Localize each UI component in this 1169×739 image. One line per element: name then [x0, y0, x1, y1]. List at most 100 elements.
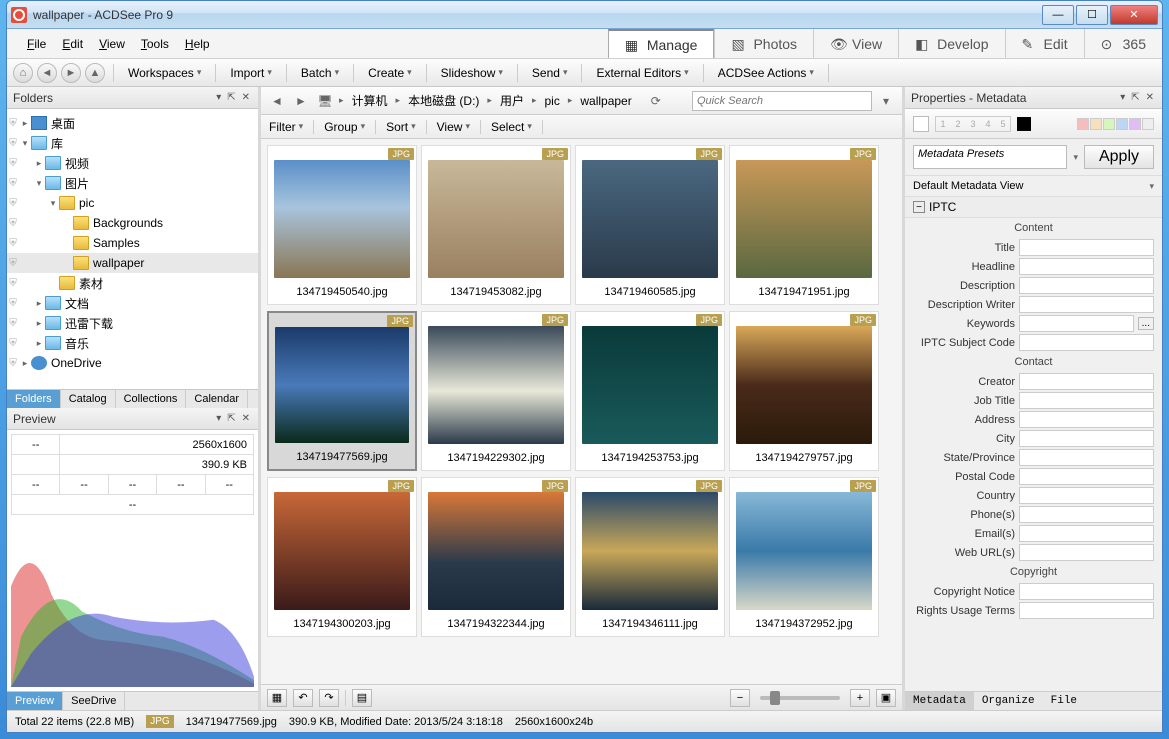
- tree-item-Samples[interactable]: ⛨Samples: [7, 233, 258, 253]
- preview-tab-seedrive[interactable]: SeeDrive: [63, 692, 125, 710]
- rotate-right-icon[interactable]: ↷: [319, 689, 339, 707]
- tag-checkbox[interactable]: [913, 116, 929, 132]
- zoom-in-icon[interactable]: +: [850, 689, 870, 707]
- thumbnail[interactable]: JPG1347194322344.jpg: [421, 477, 571, 637]
- mode-tab-develop[interactable]: ◧Develop: [898, 29, 1004, 58]
- panel-close-icon[interactable]: ✕: [240, 413, 252, 424]
- menu-edit[interactable]: Edit: [56, 33, 89, 55]
- toggle-panel-icon[interactable]: ▣: [876, 689, 896, 707]
- nav-up-icon[interactable]: ▲: [85, 63, 105, 83]
- nav-home-icon[interactable]: ⌂: [13, 63, 33, 83]
- refresh-icon[interactable]: ⟳: [646, 91, 666, 111]
- tree-item-wallpaper[interactable]: ⛨wallpaper: [7, 253, 258, 273]
- filter-filter[interactable]: Filter: [269, 120, 303, 134]
- view-mode-icon[interactable]: ▤: [352, 689, 372, 707]
- toolbar-import[interactable]: Import: [224, 64, 278, 82]
- field-input[interactable]: [1019, 315, 1134, 332]
- breadcrumb-item[interactable]: wallpaper: [576, 92, 635, 110]
- field-input[interactable]: [1019, 373, 1154, 390]
- filter-view[interactable]: View: [437, 120, 470, 134]
- color-labels[interactable]: [1077, 118, 1154, 130]
- toolbar-send[interactable]: Send: [526, 64, 574, 82]
- breadcrumb-item[interactable]: 本地磁盘 (D:): [404, 90, 483, 111]
- field-input[interactable]: [1019, 392, 1154, 409]
- field-input[interactable]: [1019, 277, 1154, 294]
- nav-forward-icon[interactable]: ►: [61, 63, 81, 83]
- select-all-icon[interactable]: ▦: [267, 689, 287, 707]
- thumbnail[interactable]: JPG1347194300203.jpg: [267, 477, 417, 637]
- field-input[interactable]: [1019, 239, 1154, 256]
- apply-button[interactable]: Apply: [1084, 145, 1154, 169]
- thumbnail[interactable]: JPG134719460585.jpg: [575, 145, 725, 305]
- thumbnail[interactable]: JPG1347194279757.jpg: [729, 311, 879, 471]
- path-back-icon[interactable]: ◄: [267, 91, 287, 111]
- filter-group[interactable]: Group: [324, 120, 365, 134]
- folder-tab-catalog[interactable]: Catalog: [61, 390, 116, 408]
- metadata-preset-select[interactable]: Metadata Presets: [913, 145, 1067, 169]
- tree-item-库[interactable]: ⛨▾库: [7, 133, 258, 153]
- field-input[interactable]: [1019, 468, 1154, 485]
- iptc-section-header[interactable]: − IPTC: [905, 197, 1162, 218]
- nav-back-icon[interactable]: ◄: [37, 63, 57, 83]
- panel-menu-icon[interactable]: ▾: [1118, 92, 1127, 103]
- menu-help[interactable]: Help: [179, 33, 216, 55]
- preview-tab-preview[interactable]: Preview: [7, 692, 63, 710]
- tree-item-音乐[interactable]: ⛨▸音乐: [7, 333, 258, 353]
- quick-search-input[interactable]: [692, 91, 872, 111]
- titlebar[interactable]: wallpaper - ACDSee Pro 9 — ☐ ✕: [7, 1, 1162, 29]
- thumbnail[interactable]: JPG134719450540.jpg: [267, 145, 417, 305]
- thumbnail[interactable]: JPG1347194253753.jpg: [575, 311, 725, 471]
- toolbar-slideshow[interactable]: Slideshow: [435, 64, 509, 82]
- thumbnail[interactable]: JPG134719471951.jpg: [729, 145, 879, 305]
- keywords-browse-button[interactable]: ...: [1138, 317, 1154, 330]
- properties-tab-file[interactable]: File: [1043, 692, 1085, 710]
- properties-tab-metadata[interactable]: Metadata: [905, 692, 974, 710]
- minimize-button[interactable]: —: [1042, 5, 1074, 25]
- folder-tab-calendar[interactable]: Calendar: [186, 390, 248, 408]
- tree-item-视频[interactable]: ⛨▸视频: [7, 153, 258, 173]
- breadcrumb-item[interactable]: pic: [540, 92, 563, 110]
- rating-numbers[interactable]: 12345: [935, 116, 1011, 132]
- mode-tab-view[interactable]: 👁View: [813, 29, 898, 58]
- folder-tab-collections[interactable]: Collections: [116, 390, 187, 408]
- field-input[interactable]: [1019, 430, 1154, 447]
- panel-close-icon[interactable]: ✕: [240, 92, 252, 103]
- field-input[interactable]: [1019, 449, 1154, 466]
- toolbar-external-editors[interactable]: External Editors: [590, 64, 694, 82]
- field-input[interactable]: [1019, 544, 1154, 561]
- tree-item-OneDrive[interactable]: ⛨▸OneDrive: [7, 353, 258, 373]
- field-input[interactable]: [1019, 602, 1154, 619]
- field-input[interactable]: [1019, 296, 1154, 313]
- field-input[interactable]: [1019, 583, 1154, 600]
- rating-clear-icon[interactable]: [1017, 117, 1031, 131]
- search-dropdown-icon[interactable]: ▾: [876, 91, 896, 111]
- mode-tab-manage[interactable]: ▦Manage: [608, 29, 715, 58]
- toolbar-workspaces[interactable]: Workspaces: [122, 64, 207, 82]
- panel-pin-icon[interactable]: ⇱: [1129, 92, 1141, 103]
- toolbar-acdsee-actions[interactable]: ACDSee Actions: [712, 64, 820, 82]
- tree-item-文档[interactable]: ⛨▸文档: [7, 293, 258, 313]
- path-computer-icon[interactable]: 🖥: [315, 91, 335, 111]
- tree-item-Backgrounds[interactable]: ⛨Backgrounds: [7, 213, 258, 233]
- menu-file[interactable]: File: [21, 33, 52, 55]
- thumbnail[interactable]: JPG1347194346111.jpg: [575, 477, 725, 637]
- panel-close-icon[interactable]: ✕: [1144, 92, 1156, 103]
- breadcrumb-item[interactable]: 计算机: [348, 90, 392, 111]
- tree-item-pic[interactable]: ⛨▾pic: [7, 193, 258, 213]
- mode-tab-photos[interactable]: ▧Photos: [714, 29, 813, 58]
- breadcrumb-item[interactable]: 用户: [496, 90, 528, 111]
- rotate-left-icon[interactable]: ↶: [293, 689, 313, 707]
- toolbar-create[interactable]: Create: [362, 64, 418, 82]
- field-input[interactable]: [1019, 258, 1154, 275]
- field-input[interactable]: [1019, 506, 1154, 523]
- field-input[interactable]: [1019, 525, 1154, 542]
- tree-item-迅雷下载[interactable]: ⛨▸迅雷下载: [7, 313, 258, 333]
- filter-select[interactable]: Select: [491, 120, 532, 134]
- tree-item-图片[interactable]: ⛨▾图片: [7, 173, 258, 193]
- thumbnail[interactable]: JPG134719453082.jpg: [421, 145, 571, 305]
- close-button[interactable]: ✕: [1110, 5, 1158, 25]
- zoom-slider[interactable]: [760, 696, 840, 700]
- thumbnail[interactable]: JPG1347194229302.jpg: [421, 311, 571, 471]
- properties-tab-organize[interactable]: Organize: [974, 692, 1043, 710]
- field-input[interactable]: [1019, 334, 1154, 351]
